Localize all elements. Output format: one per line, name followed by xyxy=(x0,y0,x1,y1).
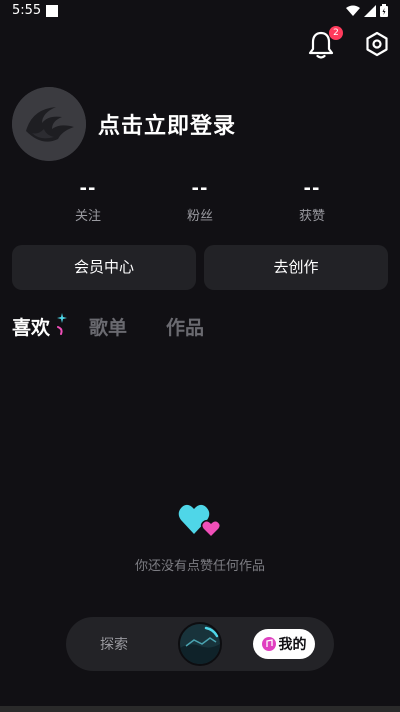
stat-likes-value: -- xyxy=(303,178,321,199)
wifi-icon xyxy=(346,5,360,16)
status-icons xyxy=(346,4,388,17)
login-prompt[interactable]: 点击立即登录 xyxy=(98,108,236,140)
tab-playlists[interactable]: 歌单 xyxy=(89,313,127,340)
now-playing-button[interactable] xyxy=(178,622,222,666)
notification-badge: 2 xyxy=(329,26,343,40)
stat-fans[interactable]: -- 粉丝 xyxy=(160,178,240,224)
stat-following[interactable]: -- 关注 xyxy=(48,178,128,224)
create-button[interactable]: 去创作 xyxy=(204,245,388,290)
heart-icon xyxy=(178,502,222,539)
stat-fans-value: -- xyxy=(191,178,209,199)
empty-state-message: 你还没有点赞任何作品 xyxy=(134,559,265,574)
settings-hexagon-icon xyxy=(366,31,388,57)
wave-logo-icon xyxy=(12,87,86,161)
sparkle-icon xyxy=(56,313,67,335)
stat-fans-label: 粉丝 xyxy=(186,209,213,224)
nav-mine[interactable]: 我的 xyxy=(253,629,315,659)
music-note-icon xyxy=(261,637,276,651)
tab-likes-label: 喜欢 xyxy=(12,317,51,339)
stat-likes[interactable]: -- 获赞 xyxy=(272,178,352,224)
tab-likes[interactable]: 喜欢 xyxy=(12,313,67,340)
settings-button[interactable] xyxy=(364,31,390,57)
album-cover-icon xyxy=(180,624,220,664)
status-time: 5:55 xyxy=(12,3,42,18)
nav-explore[interactable]: 探索 xyxy=(100,634,128,654)
stat-following-label: 关注 xyxy=(74,209,101,224)
stat-likes-label: 获赞 xyxy=(298,209,325,224)
vip-center-button[interactable]: 会员中心 xyxy=(12,245,196,290)
notification-square-icon xyxy=(46,5,58,17)
battery-icon xyxy=(380,4,388,17)
status-bar: 5:55 xyxy=(0,0,400,24)
stat-following-value: -- xyxy=(79,178,97,199)
system-nav-strip xyxy=(0,706,400,712)
bottom-nav: 探索 我的 xyxy=(66,617,334,671)
nav-mine-label: 我的 xyxy=(278,637,307,653)
signal-icon xyxy=(364,4,376,17)
profile-screen: 5:55 2 点击立即登录 -- 关注 -- 粉丝 -- 获赞 会员中心 去创作… xyxy=(0,0,400,712)
avatar[interactable] xyxy=(12,87,86,161)
tab-works[interactable]: 作品 xyxy=(166,313,204,340)
